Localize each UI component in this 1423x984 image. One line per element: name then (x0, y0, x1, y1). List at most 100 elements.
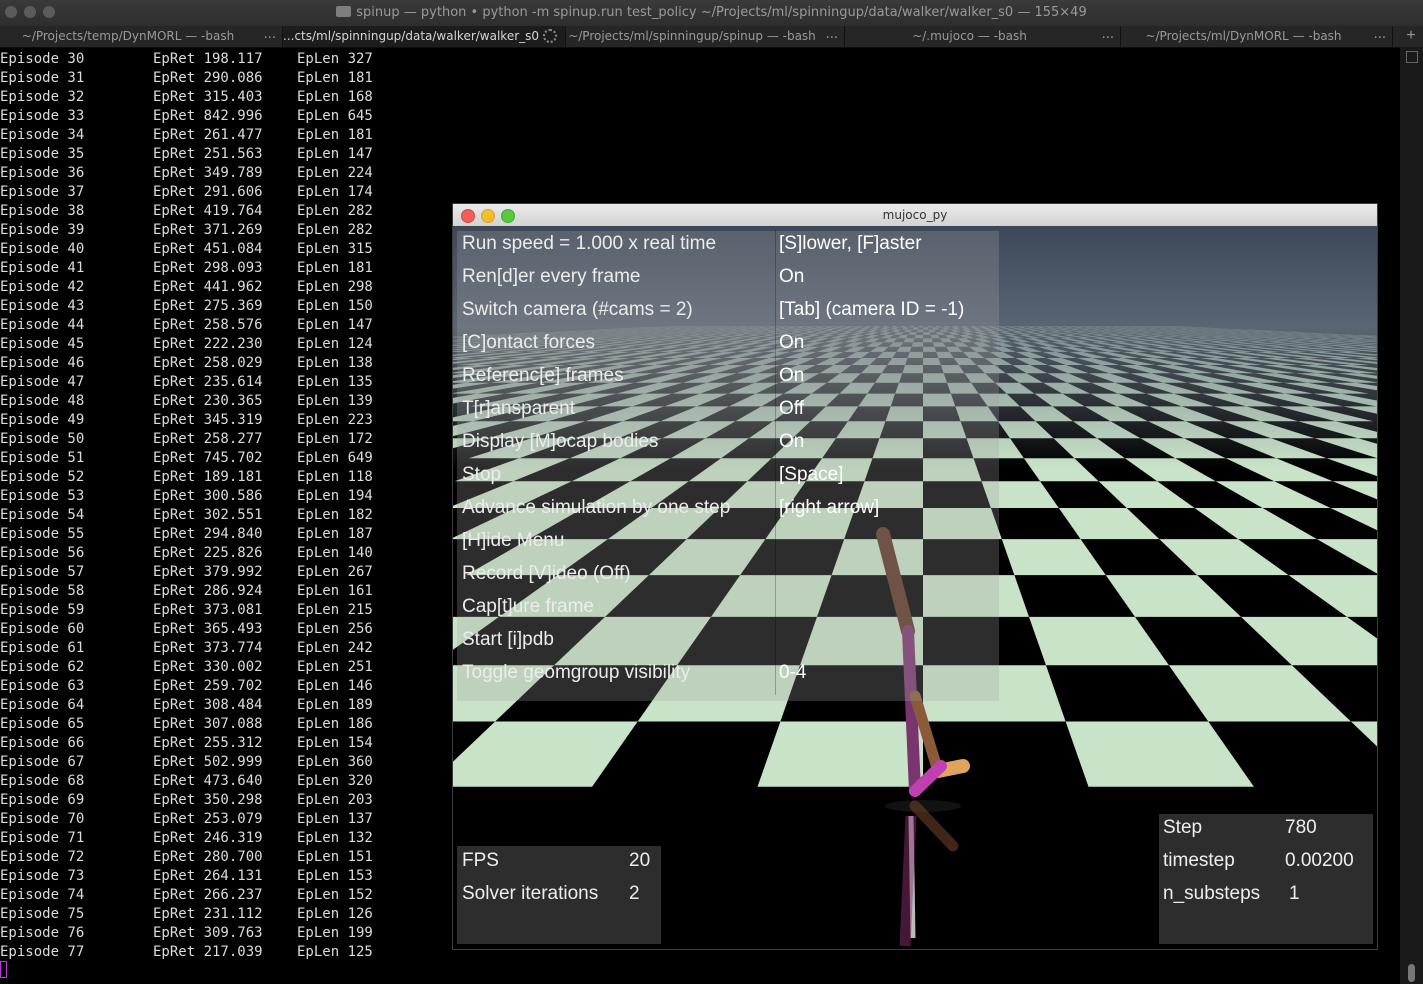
new-tab-button[interactable]: + (1399, 26, 1423, 47)
episode-number: Episode 30 (0, 51, 85, 67)
menu-item[interactable]: Ren[d]er every frame On (453, 263, 993, 296)
episode-line: Episode 51 EpRet 745.702 EpLen 649 (0, 449, 400, 468)
menu-item[interactable]: Stop [Space] (453, 461, 993, 494)
episode-line: Episode 49 EpRet 345.319 EpLen 223 (0, 411, 400, 430)
episode-line: Episode 64 EpRet 308.484 EpLen 189 (0, 696, 400, 715)
scroll-up-button[interactable] (1406, 51, 1418, 63)
tab-more-icon[interactable]: ... (826, 27, 838, 42)
episode-return: EpRet 441.962 (153, 279, 263, 295)
tab-mujoco[interactable]: ~/.mujoco — -bash ... (845, 26, 1121, 47)
episode-number: Episode 57 (0, 564, 85, 580)
episode-number: Episode 67 (0, 754, 85, 770)
episode-length: EpLen 256 (297, 621, 373, 637)
episode-return: EpRet 222.230 (153, 336, 263, 352)
episode-return: EpRet 294.840 (153, 526, 263, 542)
episode-return: EpRet 745.702 (153, 450, 263, 466)
episode-line: Episode 60 EpRet 365.493 EpLen 256 (0, 620, 400, 639)
episode-number: Episode 69 (0, 792, 85, 808)
episode-line: Episode 69 EpRet 350.298 EpLen 203 (0, 791, 400, 810)
tab-spinup[interactable]: ~/Projects/ml/spinningup/spinup — -bash … (566, 26, 845, 47)
episode-number: Episode 50 (0, 431, 85, 447)
episode-return: EpRet 251.563 (153, 146, 263, 162)
menu-item[interactable]: Advance simulation by one step [right arr… (453, 494, 993, 527)
menu-item-label: Toggle geomgroup visibility (462, 662, 691, 683)
tab-more-icon[interactable]: ... (1102, 27, 1114, 42)
episode-line: Episode 74 EpRet 266.237 EpLen 152 (0, 886, 400, 905)
episode-line: Episode 66 EpRet 255.312 EpLen 154 (0, 734, 400, 753)
episode-number: Episode 73 (0, 868, 85, 884)
menu-item[interactable]: Start [i]pdb (453, 626, 993, 659)
window-title-text: spinup — python • python -m spinup.run t… (356, 5, 1087, 20)
episode-line: Episode 31 EpRet 290.086 EpLen 181 (0, 69, 400, 88)
menu-item-label: Record [V]ideo (Off) (462, 563, 631, 584)
episode-length: EpLen 267 (297, 564, 373, 580)
solver-label: Solver iterations (462, 883, 599, 904)
episode-line: Episode 72 EpRet 280.700 EpLen 151 (0, 848, 400, 867)
episode-return: EpRet 330.002 (153, 659, 263, 675)
tab-walker-s0[interactable]: ...cts/ml/spinningup/data/walker/walker_… (283, 26, 566, 47)
tab-label: ~/Projects/temp/DynMORL — -bash (21, 29, 235, 43)
episode-return: EpRet 235.614 (153, 374, 263, 390)
episode-line: Episode 50 EpRet 258.277 EpLen 172 (0, 430, 400, 449)
episode-return: EpRet 275.369 (153, 298, 263, 314)
episode-length: EpLen 199 (297, 925, 373, 941)
episode-length: EpLen 118 (297, 469, 373, 485)
tab-dynmorl-temp[interactable]: ~/Projects/temp/DynMORL — -bash ... (0, 26, 283, 47)
episode-line: Episode 73 EpRet 264.131 EpLen 153 (0, 867, 400, 886)
menu-item[interactable]: Display [M]ocap bodies On (453, 428, 993, 461)
episode-length: EpLen 298 (297, 279, 373, 295)
episode-length: EpLen 147 (297, 317, 373, 333)
episode-length: EpLen 360 (297, 754, 373, 770)
episode-line: Episode 65 EpRet 307.088 EpLen 186 (0, 715, 400, 734)
episode-line: Episode 56 EpRet 225.826 EpLen 140 (0, 544, 400, 563)
episode-number: Episode 37 (0, 184, 85, 200)
episode-length: EpLen 138 (297, 355, 373, 371)
menu-item[interactable]: Referenc[e] frames On (453, 362, 993, 395)
menu-item[interactable]: [C]ontact forces On (453, 329, 993, 362)
episode-number: Episode 68 (0, 773, 85, 789)
episode-line: Episode 42 EpRet 441.962 EpLen 298 (0, 278, 400, 297)
episode-length: EpLen 135 (297, 374, 373, 390)
tab-dynmorl[interactable]: ~/Projects/ml/DynMORL — -bash ... (1121, 26, 1393, 47)
episode-number: Episode 39 (0, 222, 85, 238)
episode-line: Episode 41 EpRet 298.093 EpLen 181 (0, 259, 400, 278)
menu-item[interactable]: Toggle geomgroup visibility 0-4 (453, 659, 993, 692)
episode-return: EpRet 264.131 (153, 868, 263, 884)
episode-length: EpLen 223 (297, 412, 373, 428)
episode-line: Episode 75 EpRet 231.112 EpLen 126 (0, 905, 400, 924)
mujoco-titlebar: mujoco_py (453, 204, 1377, 227)
menu-item-value: [S]lower, [F]aster (779, 233, 922, 254)
menu-item[interactable]: [H]ide Menu (453, 527, 993, 560)
episode-number: Episode 36 (0, 165, 85, 181)
window-title: spinup — python • python -m spinup.run t… (0, 5, 1423, 20)
episode-length: EpLen 224 (297, 165, 373, 181)
menu-item-label: Ren[d]er every frame (462, 266, 641, 287)
episode-length: EpLen 186 (297, 716, 373, 732)
menu-item[interactable]: Record [V]ideo (Off) (453, 560, 993, 593)
menu-item[interactable]: Run speed = 1.000 x real time [S]lower, [… (453, 230, 993, 263)
scrollbar[interactable] (1400, 47, 1423, 984)
episode-return: EpRet 379.992 (153, 564, 263, 580)
episode-number: Episode 33 (0, 108, 85, 124)
episode-line: Episode 63 EpRet 259.702 EpLen 146 (0, 677, 400, 696)
episode-number: Episode 38 (0, 203, 85, 219)
menu-item-label: Referenc[e] frames (462, 365, 624, 386)
tab-more-icon[interactable]: ... (1374, 27, 1386, 42)
episode-return: EpRet 298.093 (153, 260, 263, 276)
menu-item[interactable]: Cap[t]ure frame (453, 593, 993, 626)
episode-length: EpLen 182 (297, 507, 373, 523)
episode-number: Episode 56 (0, 545, 85, 561)
scrollbar-thumb[interactable] (1408, 964, 1415, 982)
solver-value: 2 (629, 883, 640, 904)
simulation-viewport[interactable]: Run speed = 1.000 x real time [S]lower, [… (453, 226, 1377, 949)
menu-item[interactable]: Switch camera (#cams = 2) [Tab] (camera I… (453, 296, 993, 329)
menu-item-value: [Space] (779, 464, 844, 485)
episode-length: EpLen 125 (297, 944, 373, 960)
tab-more-icon[interactable]: ... (264, 27, 276, 42)
menu-item[interactable]: T[r]ansparent Off (453, 395, 993, 428)
episode-number: Episode 71 (0, 830, 85, 846)
episode-number: Episode 53 (0, 488, 85, 504)
episode-line: Episode 48 EpRet 230.365 EpLen 139 (0, 392, 400, 411)
episode-number: Episode 40 (0, 241, 85, 257)
episode-length: EpLen 132 (297, 830, 373, 846)
